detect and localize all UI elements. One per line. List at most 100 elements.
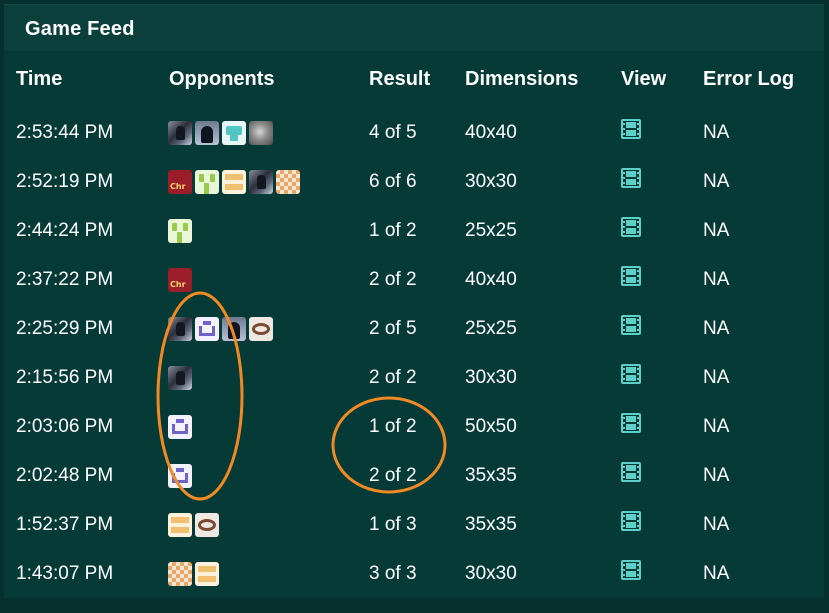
row-error-log: NA bbox=[703, 514, 730, 535]
view-replay-button[interactable] bbox=[621, 462, 641, 482]
row-opponents bbox=[168, 121, 273, 145]
view-replay-button[interactable] bbox=[621, 266, 641, 286]
row-dimensions: 25x25 bbox=[465, 318, 517, 339]
table-row: 2:52:19 PM 6 of 6 30x30 NA bbox=[4, 168, 824, 221]
row-result: 3 of 3 bbox=[369, 563, 417, 584]
silhouette-avatar[interactable] bbox=[195, 121, 219, 145]
row-error-log: NA bbox=[703, 367, 730, 388]
row-error-log: NA bbox=[703, 416, 730, 437]
photo-avatar[interactable] bbox=[168, 121, 192, 145]
row-result: 1 of 2 bbox=[369, 416, 417, 437]
row-result: 2 of 5 bbox=[369, 318, 417, 339]
table-row: 2:25:29 PM 2 of 5 25x25 NA bbox=[4, 315, 824, 368]
column-header-error-log[interactable]: Error Log bbox=[703, 68, 794, 91]
film-icon bbox=[621, 511, 641, 531]
panel-header: Game Feed bbox=[4, 5, 824, 51]
row-result: 2 of 2 bbox=[369, 367, 417, 388]
film-icon bbox=[621, 315, 641, 335]
column-header-opponents[interactable]: Opponents bbox=[169, 68, 275, 91]
row-dimensions: 30x30 bbox=[465, 563, 517, 584]
orange-pixel-avatar[interactable] bbox=[168, 513, 192, 537]
row-time: 2:03:06 PM bbox=[16, 416, 114, 437]
row-error-log: NA bbox=[703, 563, 730, 584]
red-logo-avatar[interactable] bbox=[168, 170, 192, 194]
purple-pixel-avatar[interactable] bbox=[168, 464, 192, 488]
row-result: 6 of 6 bbox=[369, 171, 417, 192]
view-replay-button[interactable] bbox=[621, 315, 641, 335]
row-result: 4 of 5 bbox=[369, 122, 417, 143]
table-row: 2:02:48 PM 2 of 2 35x35 NA bbox=[4, 462, 824, 515]
row-dimensions: 30x30 bbox=[465, 367, 517, 388]
film-icon bbox=[621, 413, 641, 433]
photo-avatar[interactable] bbox=[249, 170, 273, 194]
table-row: 2:37:22 PM 2 of 2 40x40 NA bbox=[4, 266, 824, 319]
green-pixel-avatar[interactable] bbox=[195, 170, 219, 194]
gray-texture-avatar[interactable] bbox=[249, 121, 273, 145]
row-time: 1:52:37 PM bbox=[16, 514, 114, 535]
view-replay-button[interactable] bbox=[621, 119, 641, 139]
view-replay-button[interactable] bbox=[621, 413, 641, 433]
teal-robot-avatar[interactable] bbox=[222, 121, 246, 145]
table-row: 2:03:06 PM 1 of 2 50x50 NA bbox=[4, 413, 824, 466]
column-header-dimensions[interactable]: Dimensions bbox=[465, 68, 578, 91]
film-icon bbox=[621, 119, 641, 139]
row-error-log: NA bbox=[703, 171, 730, 192]
red-logo-avatar[interactable] bbox=[168, 268, 192, 292]
row-result: 1 of 3 bbox=[369, 514, 417, 535]
row-result: 1 of 2 bbox=[369, 220, 417, 241]
photo-avatar[interactable] bbox=[168, 317, 192, 341]
checker-avatar[interactable] bbox=[276, 170, 300, 194]
row-opponents bbox=[168, 513, 219, 537]
view-replay-button[interactable] bbox=[621, 364, 641, 384]
table-row: 1:52:37 PM 1 of 3 35x35 NA bbox=[4, 511, 824, 564]
checker-avatar[interactable] bbox=[168, 562, 192, 586]
row-dimensions: 30x30 bbox=[465, 171, 517, 192]
view-replay-button[interactable] bbox=[621, 511, 641, 531]
brown-ring-avatar[interactable] bbox=[249, 317, 273, 341]
row-time: 2:02:48 PM bbox=[16, 465, 114, 486]
row-opponents bbox=[168, 415, 192, 439]
row-dimensions: 35x35 bbox=[465, 465, 517, 486]
view-replay-button[interactable] bbox=[621, 560, 641, 580]
orange-pixel-avatar[interactable] bbox=[222, 170, 246, 194]
purple-pixel-avatar[interactable] bbox=[195, 317, 219, 341]
film-icon bbox=[621, 462, 641, 482]
table-row: 2:53:44 PM 4 of 5 40x40 NA bbox=[4, 119, 824, 172]
row-time: 2:44:24 PM bbox=[16, 220, 114, 241]
row-time: 1:43:07 PM bbox=[16, 563, 114, 584]
row-time: 2:37:22 PM bbox=[16, 269, 114, 290]
column-header-time[interactable]: Time bbox=[16, 68, 62, 91]
green-pixel-avatar[interactable] bbox=[168, 219, 192, 243]
photo-avatar[interactable] bbox=[168, 366, 192, 390]
row-opponents bbox=[168, 219, 192, 243]
column-header-view[interactable]: View bbox=[621, 68, 666, 91]
row-opponents bbox=[168, 464, 192, 488]
row-time: 2:25:29 PM bbox=[16, 318, 114, 339]
row-result: 2 of 2 bbox=[369, 269, 417, 290]
brown-ring-avatar[interactable] bbox=[195, 513, 219, 537]
orange-pixel-avatar[interactable] bbox=[195, 562, 219, 586]
row-error-log: NA bbox=[703, 465, 730, 486]
row-dimensions: 40x40 bbox=[465, 269, 517, 290]
film-icon bbox=[621, 217, 641, 237]
table-row: 2:44:24 PM 1 of 2 25x25 NA bbox=[4, 217, 824, 270]
column-header-result[interactable]: Result bbox=[369, 68, 430, 91]
row-dimensions: 25x25 bbox=[465, 220, 517, 241]
film-icon bbox=[621, 168, 641, 188]
film-icon bbox=[621, 364, 641, 384]
table-row: 1:43:07 PM 3 of 3 30x30 NA bbox=[4, 560, 824, 613]
panel-title: Game Feed bbox=[25, 18, 135, 40]
purple-pixel-avatar[interactable] bbox=[168, 415, 192, 439]
row-time: 2:52:19 PM bbox=[16, 171, 114, 192]
row-opponents bbox=[168, 562, 219, 586]
view-replay-button[interactable] bbox=[621, 168, 641, 188]
row-dimensions: 35x35 bbox=[465, 514, 517, 535]
view-replay-button[interactable] bbox=[621, 217, 641, 237]
silhouette-avatar[interactable] bbox=[222, 317, 246, 341]
row-dimensions: 40x40 bbox=[465, 122, 517, 143]
row-error-log: NA bbox=[703, 318, 730, 339]
row-error-log: NA bbox=[703, 220, 730, 241]
row-error-log: NA bbox=[703, 269, 730, 290]
row-opponents bbox=[168, 170, 300, 194]
film-icon bbox=[621, 266, 641, 286]
